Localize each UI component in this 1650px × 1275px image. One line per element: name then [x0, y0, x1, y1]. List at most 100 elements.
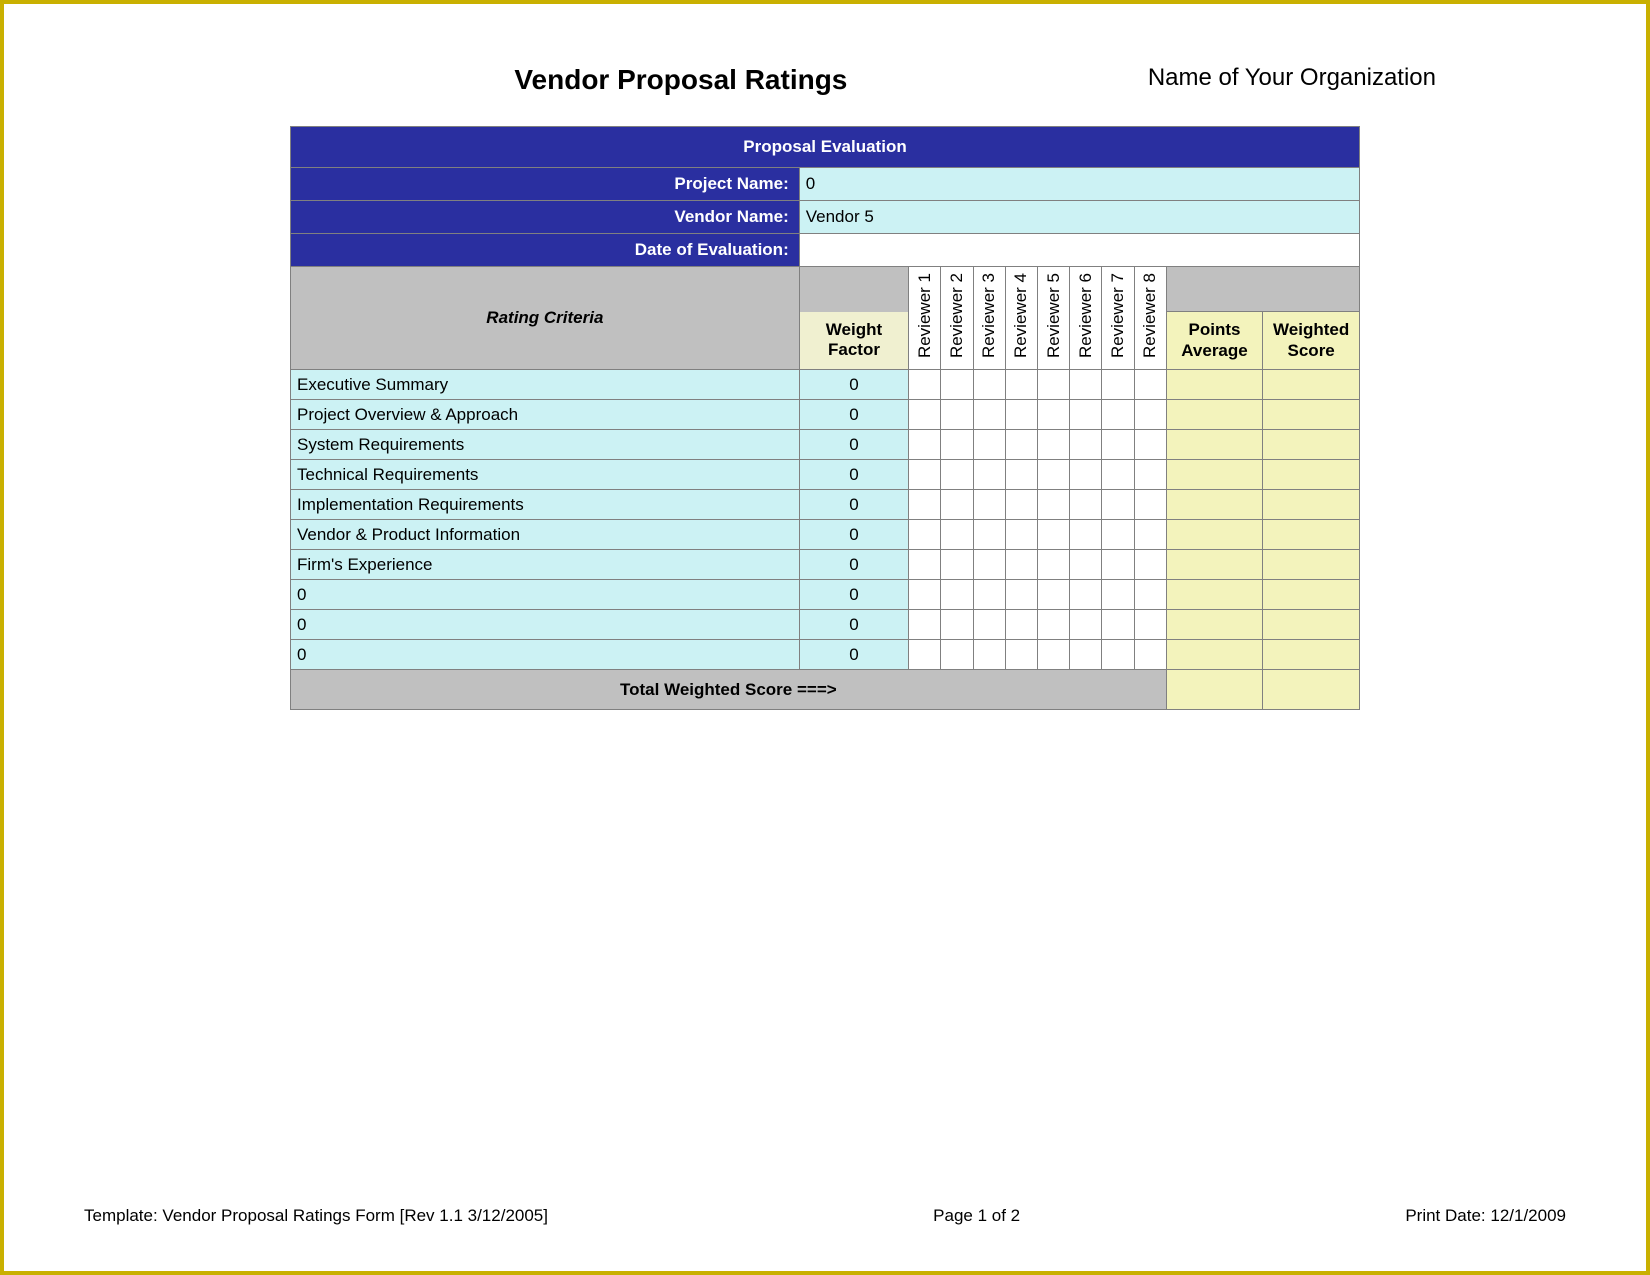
vendor-name-value[interactable]: Vendor 5	[799, 201, 1359, 234]
reviewer-5-cell[interactable]	[1037, 610, 1069, 640]
reviewer-1-cell[interactable]	[909, 550, 941, 580]
reviewer-3-cell[interactable]	[973, 550, 1005, 580]
weight-cell[interactable]: 0	[799, 580, 908, 610]
reviewer-7-cell[interactable]	[1102, 550, 1134, 580]
reviewer-4-cell[interactable]	[1005, 400, 1037, 430]
reviewer-8-cell[interactable]	[1134, 430, 1166, 460]
reviewer-4-cell[interactable]	[1005, 370, 1037, 400]
weight-cell[interactable]: 0	[799, 460, 908, 490]
reviewer-2-cell[interactable]	[941, 460, 973, 490]
reviewer-2-cell[interactable]	[941, 400, 973, 430]
reviewer-2-cell[interactable]	[941, 550, 973, 580]
reviewer-7-cell[interactable]	[1102, 610, 1134, 640]
reviewer-5-cell[interactable]	[1037, 490, 1069, 520]
reviewer-4-cell[interactable]	[1005, 460, 1037, 490]
reviewer-7-cell[interactable]	[1102, 400, 1134, 430]
weight-header: Weight Factor	[799, 312, 908, 370]
reviewer-6-cell[interactable]	[1070, 400, 1102, 430]
reviewer-3-cell[interactable]	[973, 520, 1005, 550]
reviewer-8-cell[interactable]	[1134, 550, 1166, 580]
reviewer-1-cell[interactable]	[909, 430, 941, 460]
reviewer-6-cell[interactable]	[1070, 580, 1102, 610]
reviewer-3-cell[interactable]	[973, 400, 1005, 430]
table-row: 00	[291, 640, 1360, 670]
points-avg-cell	[1166, 490, 1263, 520]
reviewer-7-cell[interactable]	[1102, 520, 1134, 550]
reviewer-5-cell[interactable]	[1037, 460, 1069, 490]
reviewer-4-cell[interactable]	[1005, 490, 1037, 520]
reviewer-8-cell[interactable]	[1134, 490, 1166, 520]
reviewer-4-cell[interactable]	[1005, 640, 1037, 670]
reviewer-5-cell[interactable]	[1037, 640, 1069, 670]
reviewer-3-cell[interactable]	[973, 430, 1005, 460]
reviewer-4-cell[interactable]	[1005, 580, 1037, 610]
reviewer-5-cell[interactable]	[1037, 400, 1069, 430]
reviewer-7-cell[interactable]	[1102, 430, 1134, 460]
reviewer-8-cell[interactable]	[1134, 610, 1166, 640]
reviewer-7-cell[interactable]	[1102, 580, 1134, 610]
reviewer-5-cell[interactable]	[1037, 430, 1069, 460]
reviewer-3-cell[interactable]	[973, 460, 1005, 490]
reviewer-5-cell[interactable]	[1037, 580, 1069, 610]
criteria-cell: Implementation Requirements	[291, 490, 800, 520]
weight-cell[interactable]: 0	[799, 610, 908, 640]
reviewer-3-cell[interactable]	[973, 490, 1005, 520]
footer-template: Template: Vendor Proposal Ratings Form […	[84, 1206, 548, 1226]
reviewer-8-header: Reviewer 8	[1134, 267, 1166, 370]
reviewer-1-cell[interactable]	[909, 400, 941, 430]
reviewer-2-cell[interactable]	[941, 640, 973, 670]
reviewer-1-cell[interactable]	[909, 580, 941, 610]
weight-cell[interactable]: 0	[799, 490, 908, 520]
reviewer-7-cell[interactable]	[1102, 490, 1134, 520]
reviewer-6-cell[interactable]	[1070, 610, 1102, 640]
reviewer-1-cell[interactable]	[909, 640, 941, 670]
weighted-score-cell	[1263, 370, 1360, 400]
reviewer-6-cell[interactable]	[1070, 460, 1102, 490]
reviewer-2-cell[interactable]	[941, 490, 973, 520]
reviewer-1-cell[interactable]	[909, 370, 941, 400]
reviewer-7-cell[interactable]	[1102, 640, 1134, 670]
weight-cell[interactable]: 0	[799, 370, 908, 400]
reviewer-6-cell[interactable]	[1070, 520, 1102, 550]
weight-cell[interactable]: 0	[799, 430, 908, 460]
reviewer-1-cell[interactable]	[909, 490, 941, 520]
project-name-value[interactable]: 0	[799, 168, 1359, 201]
reviewer-3-cell[interactable]	[973, 610, 1005, 640]
reviewer-1-cell[interactable]	[909, 520, 941, 550]
reviewer-8-cell[interactable]	[1134, 460, 1166, 490]
reviewer-7-cell[interactable]	[1102, 370, 1134, 400]
reviewer-7-cell[interactable]	[1102, 460, 1134, 490]
reviewer-8-cell[interactable]	[1134, 640, 1166, 670]
reviewer-8-cell[interactable]	[1134, 370, 1166, 400]
weight-cell[interactable]: 0	[799, 640, 908, 670]
reviewer-3-cell[interactable]	[973, 580, 1005, 610]
reviewer-3-cell[interactable]	[973, 640, 1005, 670]
reviewer-1-cell[interactable]	[909, 610, 941, 640]
reviewer-1-cell[interactable]	[909, 460, 941, 490]
reviewer-2-cell[interactable]	[941, 520, 973, 550]
reviewer-2-cell[interactable]	[941, 430, 973, 460]
reviewer-6-cell[interactable]	[1070, 370, 1102, 400]
reviewer-6-cell[interactable]	[1070, 490, 1102, 520]
reviewer-8-cell[interactable]	[1134, 520, 1166, 550]
reviewer-5-cell[interactable]	[1037, 550, 1069, 580]
reviewer-4-cell[interactable]	[1005, 430, 1037, 460]
weight-cell[interactable]: 0	[799, 550, 908, 580]
reviewer-4-cell[interactable]	[1005, 520, 1037, 550]
reviewer-5-cell[interactable]	[1037, 520, 1069, 550]
reviewer-8-cell[interactable]	[1134, 400, 1166, 430]
reviewer-6-cell[interactable]	[1070, 640, 1102, 670]
reviewer-2-cell[interactable]	[941, 610, 973, 640]
weight-cell[interactable]: 0	[799, 400, 908, 430]
reviewer-4-cell[interactable]	[1005, 550, 1037, 580]
weight-cell[interactable]: 0	[799, 520, 908, 550]
reviewer-6-cell[interactable]	[1070, 430, 1102, 460]
reviewer-3-cell[interactable]	[973, 370, 1005, 400]
reviewer-5-cell[interactable]	[1037, 370, 1069, 400]
reviewer-2-cell[interactable]	[941, 580, 973, 610]
reviewer-6-cell[interactable]	[1070, 550, 1102, 580]
reviewer-2-cell[interactable]	[941, 370, 973, 400]
reviewer-8-cell[interactable]	[1134, 580, 1166, 610]
date-value[interactable]	[799, 234, 1359, 267]
reviewer-4-cell[interactable]	[1005, 610, 1037, 640]
